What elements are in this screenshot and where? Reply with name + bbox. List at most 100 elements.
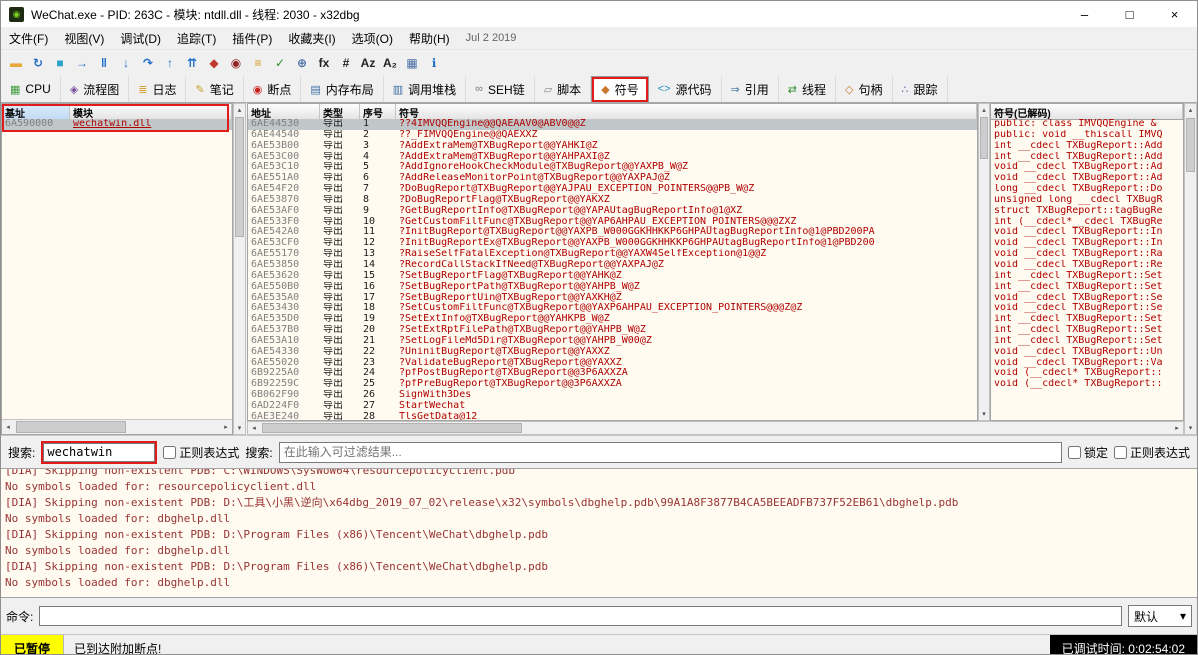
minimize-button[interactable]: – — [1062, 1, 1107, 27]
case-icon[interactable]: Az — [357, 53, 379, 73]
column-header-symbol[interactable]: 符号 — [396, 104, 977, 119]
tab-trace[interactable]: ∴ 跟踪 — [893, 76, 948, 102]
symbol-row[interactable]: 6AE3E240 导出 28 TlsGetData@12 — [248, 412, 977, 420]
scroll-left-arrow[interactable]: ◂ — [248, 422, 260, 434]
scroll-up-arrow[interactable]: ▴ — [1185, 104, 1196, 116]
tab-breakpoints[interactable]: ◉ 断点 — [244, 76, 302, 102]
symbol-row[interactable]: 6B92259C 导出 25 ?pfPreBugReport@TXBugRepo… — [248, 379, 977, 390]
scroll-down-arrow[interactable]: ▾ — [234, 422, 245, 434]
lock-checkbox[interactable] — [1068, 446, 1081, 459]
pause-icon[interactable]: ‖ — [93, 53, 115, 73]
step-over-icon[interactable]: ↷ — [137, 53, 159, 73]
decoded-symbol-line[interactable]: int __cdecl TXBugReport::Set — [991, 271, 1183, 282]
execute-till-return-icon[interactable]: ⇈ — [181, 53, 203, 73]
symbols-horizontal-scrollbar[interactable]: ◂ ▸ — [247, 421, 1184, 435]
command-profile-dropdown[interactable]: 默认 ▾ — [1128, 605, 1192, 627]
decoded-symbol-line[interactable]: void __cdecl TXBugReport::Re — [991, 260, 1183, 271]
settings-icon[interactable]: ⊕ — [291, 53, 313, 73]
scrollbar-thumb[interactable] — [16, 421, 126, 433]
close-button[interactable]: × — [1152, 1, 1197, 27]
decoded-symbol-line[interactable]: int (__cdecl*__cdecl TXBugRe — [991, 217, 1183, 228]
scroll-down-arrow[interactable]: ▾ — [1185, 422, 1196, 434]
tab-symbols[interactable]: ◆ 符号 — [591, 76, 648, 102]
module-search-input[interactable] — [43, 443, 155, 462]
scrollbar-thumb[interactable] — [980, 117, 988, 159]
decoded-symbol-line[interactable]: void __cdecl TXBugReport::In — [991, 238, 1183, 249]
symbol-row[interactable]: 6AE535A0 导出 17 ?SetBugReportUin@TXBugRep… — [248, 293, 977, 304]
decoded-symbol-line[interactable]: int __cdecl TXBugReport::Set — [991, 325, 1183, 336]
regex2-checkbox[interactable] — [1114, 446, 1127, 459]
symbol-row[interactable]: 6B062F90 导出 26 SignWith3Des — [248, 390, 977, 401]
symbol-row[interactable]: 6AE53AF0 导出 9 ?GetBugReportInfo@TXBugRep… — [248, 206, 977, 217]
decoded-symbol-line[interactable]: void __cdecl TXBugReport::In — [991, 227, 1183, 238]
patches-icon[interactable]: ✓ — [269, 53, 291, 73]
step-out-icon[interactable]: ↑ — [159, 53, 181, 73]
symbol-row[interactable]: 6AE54330 导出 22 ?UninitBugReport@TXBugRep… — [248, 347, 977, 358]
step-into-icon[interactable]: ↓ — [115, 53, 137, 73]
modules-horizontal-scrollbar[interactable]: ◂ ▸ — [2, 419, 232, 434]
symbols-vertical-scrollbar[interactable]: ▴ ▾ — [978, 103, 990, 421]
scroll-right-arrow[interactable]: ▸ — [1171, 422, 1183, 434]
calculator-icon[interactable]: # — [335, 53, 357, 73]
symbol-row[interactable]: 6AE53850 导出 14 ?RecordCallStackIfNeed@TX… — [248, 260, 977, 271]
symbol-row[interactable]: 6AE55170 导出 13 ?RaiseSelfFatalException@… — [248, 249, 977, 260]
scroll-left-arrow[interactable]: ◂ — [2, 420, 14, 434]
symbol-row[interactable]: 6AE54F20 导出 7 ?DoBugReport@TXBugReport@@… — [248, 184, 977, 195]
decoded-symbol-line[interactable]: void (__cdecl* TXBugReport:: — [991, 379, 1183, 390]
menu-plugins[interactable]: 插件(P) — [224, 28, 280, 49]
decoded-symbol-line[interactable]: struct TXBugReport::tagBugRe — [991, 206, 1183, 217]
maximize-button[interactable]: □ — [1107, 1, 1152, 27]
decoded-symbol-line[interactable]: int __cdecl TXBugReport::Add — [991, 152, 1183, 163]
column-header-module[interactable]: 模块 — [70, 104, 232, 119]
menu-file[interactable]: 文件(F) — [1, 28, 56, 49]
tab-references[interactable]: ⇒ 引用 — [722, 76, 779, 102]
symbol-row[interactable]: 6AE53C10 导出 5 ?AddIgnoreHookCheckModule@… — [248, 162, 977, 173]
memory-map-icon[interactable]: ▦ — [401, 53, 423, 73]
fx-icon[interactable]: fx — [313, 53, 335, 73]
column-header-base[interactable]: 基址 — [2, 104, 70, 119]
decoded-symbol-line[interactable]: int __cdecl TXBugReport::Set — [991, 336, 1183, 347]
tab-call-stack[interactable]: ▥ 调用堆栈 — [384, 76, 466, 102]
menu-debug[interactable]: 调试(D) — [112, 28, 169, 49]
menu-trace[interactable]: 追踪(T) — [169, 28, 224, 49]
symbol-row[interactable]: 6AE53C00 导出 4 ?AddExtraMem@TXBugReport@@… — [248, 152, 977, 163]
tab-handles[interactable]: ◇ 句柄 — [836, 76, 892, 102]
symbol-row[interactable]: 6AE53430 导出 18 ?SetCustomFiltFunc@TXBugR… — [248, 303, 977, 314]
symbol-row[interactable]: 6AE53620 导出 15 ?SetBugReportFlag@TXBugRe… — [248, 271, 977, 282]
tab-source[interactable]: <> 源代码 — [649, 76, 722, 102]
menu-options[interactable]: 选项(O) — [344, 28, 401, 49]
symbol-row[interactable]: 6AE53CF0 导出 12 ?InitBugReportEx@TXBugRep… — [248, 238, 977, 249]
symbol-row[interactable]: 6AE44530 导出 1 ??4IMVQQEngine@@QAEAAV0@AB… — [248, 119, 977, 130]
decoded-symbol-line[interactable]: void __cdecl TXBugReport::Ad — [991, 162, 1183, 173]
decoded-symbol-line[interactable]: public: class IMVQQEngine & — [991, 119, 1183, 130]
stop-icon[interactable]: ■ — [49, 53, 71, 73]
scroll-up-arrow[interactable]: ▴ — [979, 104, 989, 116]
decoded-symbol-line[interactable]: void __cdecl TXBugReport::Se — [991, 293, 1183, 304]
decoded-symbol-line[interactable]: public: void __thiscall IMVQ — [991, 130, 1183, 141]
decoded-symbol-line[interactable]: void (__cdecl* TXBugReport:: — [991, 368, 1183, 379]
run-icon[interactable]: → — [71, 53, 93, 73]
symbol-row[interactable]: 6AE537B0 导出 20 ?SetExtRptFilePath@TXBugR… — [248, 325, 977, 336]
module-row[interactable]: 6A590000 wechatwin.dll — [2, 119, 232, 130]
modules-vertical-scrollbar[interactable]: ▴ ▾ — [233, 103, 246, 435]
decoded-symbol-line[interactable]: void __cdecl TXBugReport::Ra — [991, 249, 1183, 260]
scroll-down-arrow[interactable]: ▾ — [979, 408, 989, 420]
symbol-row[interactable]: 6AD224F0 导出 27 StartWechat — [248, 401, 977, 412]
menu-help[interactable]: 帮助(H) — [401, 28, 458, 49]
column-header-address[interactable]: 地址 — [248, 104, 320, 119]
restart-icon[interactable]: ↻ — [27, 53, 49, 73]
tab-threads[interactable]: ⇄ 线程 — [779, 76, 836, 102]
symbol-row[interactable]: 6AE53B00 导出 3 ?AddExtraMem@TXBugReport@@… — [248, 141, 977, 152]
tab-script[interactable]: ▱ 脚本 — [535, 76, 591, 102]
symbol-row[interactable]: 6AE53A10 导出 21 ?SetLogFileMd5Dir@TXBugRe… — [248, 336, 977, 347]
symbol-row[interactable]: 6B9225A0 导出 24 ?pfPostBugReport@TXBugRep… — [248, 368, 977, 379]
symbol-row[interactable]: 6AE542A0 导出 11 ?InitBugReport@TXBugRepor… — [248, 227, 977, 238]
decoded-symbol-line[interactable]: long __cdecl TXBugReport::Do — [991, 184, 1183, 195]
log-toolbar-icon[interactable]: ≡ — [247, 53, 269, 73]
scroll-up-arrow[interactable]: ▴ — [234, 104, 245, 116]
decoded-symbol-line[interactable]: int __cdecl TXBugReport::Add — [991, 141, 1183, 152]
tab-memory-map[interactable]: ▤ 内存布局 — [301, 76, 383, 102]
decoded-symbol-line[interactable]: void __cdecl TXBugReport::Ad — [991, 173, 1183, 184]
menu-favourites[interactable]: 收藏夹(I) — [280, 28, 343, 49]
decoded-symbol-line[interactable]: int __cdecl TXBugReport::Set — [991, 314, 1183, 325]
